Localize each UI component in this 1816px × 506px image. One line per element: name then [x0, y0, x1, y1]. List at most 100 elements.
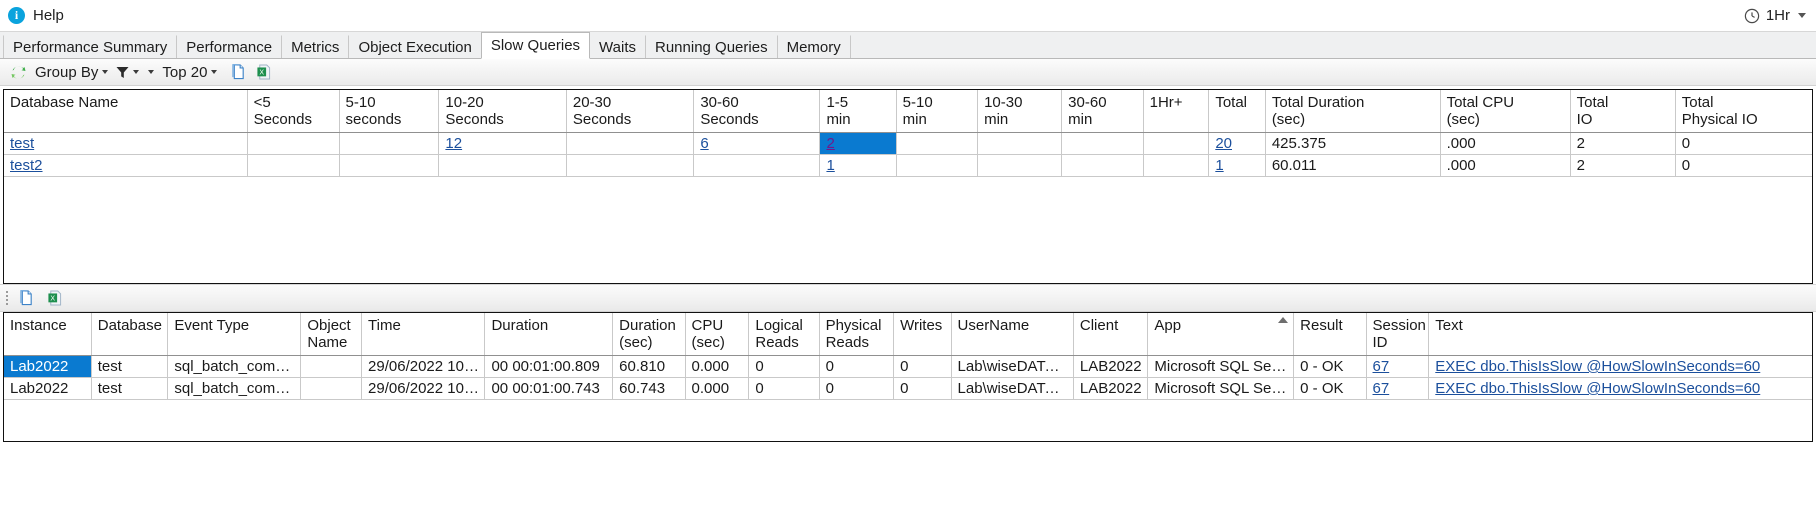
summary-cell-database[interactable]: test [4, 132, 248, 155]
detail-column-header[interactable]: App [1147, 313, 1295, 356]
detail-column-header[interactable]: Time [361, 313, 486, 356]
summary-cell-total-duration[interactable]: 60.011 [1265, 154, 1441, 177]
copy-button[interactable] [227, 61, 252, 84]
detail-column-header[interactable]: CPU (sec) [685, 313, 750, 356]
detail-cell-session-id[interactable]: 67 [1366, 377, 1430, 400]
detail-cell-event-type[interactable]: sql_batch_completed [167, 355, 302, 378]
detail-copy-button[interactable] [15, 287, 40, 310]
summary-column-header[interactable]: Total Physical IO [1675, 90, 1812, 133]
query-text-link[interactable]: EXEC dbo.ThisIsSlow @HowSlowInSeconds=60 [1435, 358, 1760, 375]
tab-running-queries[interactable]: Running Queries [645, 35, 778, 58]
summary-cell-total-cpu[interactable]: .000 [1440, 154, 1571, 177]
detail-export-excel-button[interactable]: X [43, 287, 68, 310]
summary-cell-total-duration[interactable]: 425.375 [1265, 132, 1441, 155]
group-by-button[interactable]: Group By [31, 61, 112, 84]
detail-cell-database[interactable]: test [91, 377, 169, 400]
summary-column-header[interactable]: Total IO [1570, 90, 1676, 133]
summary-cell-m1-5[interactable]: 2 [819, 132, 897, 155]
summary-cell-s20-30[interactable] [566, 132, 695, 155]
time-range-selector[interactable]: 1Hr [1744, 7, 1806, 24]
detail-cell-app[interactable]: Microsoft SQL Serve... [1147, 355, 1295, 378]
detail-cell-client[interactable]: LAB2022 [1073, 355, 1149, 378]
summary-cell-total-io[interactable]: 2 [1570, 132, 1676, 155]
summary-column-header[interactable]: 30-60 min [1061, 90, 1144, 133]
summary-column-header[interactable]: 10-20 Seconds [438, 90, 567, 133]
summary-cell-s30-60[interactable]: 6 [693, 132, 821, 155]
summary-column-header[interactable]: 1-5 min [819, 90, 897, 133]
detail-column-header[interactable]: Database [91, 313, 169, 356]
detail-cell-session-id[interactable]: 67 [1366, 355, 1430, 378]
summary-cell-lt5[interactable] [247, 154, 340, 177]
summary-cell-link[interactable]: 12 [445, 135, 462, 152]
summary-cell-m30-60[interactable] [1061, 154, 1144, 177]
detail-column-header[interactable]: Object Name [300, 313, 363, 356]
summary-cell-s30-60[interactable] [693, 154, 821, 177]
detail-cell-duration-sec[interactable]: 60.743 [612, 377, 686, 400]
summary-cell-total-io[interactable]: 2 [1570, 154, 1676, 177]
tab-performance-summary[interactable]: Performance Summary [3, 35, 178, 58]
summary-column-header[interactable]: Total [1208, 90, 1266, 133]
detail-cell-object-name[interactable] [300, 377, 363, 400]
detail-cell-duration[interactable]: 00 00:01:00.743 [484, 377, 614, 400]
summary-column-header[interactable]: Total Duration (sec) [1265, 90, 1441, 133]
detail-cell-app[interactable]: Microsoft SQL Serve... [1147, 377, 1295, 400]
summary-cell-link[interactable]: test2 [10, 157, 43, 174]
detail-cell-text[interactable]: EXEC dbo.ThisIsSlow @HowSlowInSeconds=60 [1428, 355, 1812, 378]
summary-cell-hr1plus[interactable] [1143, 132, 1210, 155]
detail-column-header[interactable]: Duration (sec) [612, 313, 686, 356]
detail-table-row[interactable]: Lab2022testsql_batch_completed 29/06/2022… [4, 377, 1812, 400]
summary-table-row[interactable]: test 12 6 2 20 425.375.000 2 0 [4, 132, 1812, 155]
summary-column-header[interactable]: Database Name [4, 90, 248, 133]
summary-cell-link[interactable]: 1 [1215, 157, 1223, 174]
detail-cell-result[interactable]: 0 - OK [1293, 355, 1367, 378]
detail-column-header[interactable]: UserName [951, 313, 1074, 356]
detail-cell-physical-reads[interactable]: 0 [819, 377, 895, 400]
summary-cell-link[interactable]: 20 [1215, 135, 1232, 152]
summary-cell-m30-60[interactable] [1061, 132, 1144, 155]
detail-cell-logical-reads[interactable]: 0 [748, 377, 820, 400]
tab-object-execution[interactable]: Object Execution [348, 35, 482, 58]
detail-cell-writes[interactable]: 0 [893, 355, 952, 378]
summary-cell-s5-10[interactable] [339, 132, 440, 155]
summary-cell-link[interactable]: 1 [826, 157, 834, 174]
summary-cell-m5-10[interactable] [896, 154, 979, 177]
summary-cell-total-physical-io[interactable]: 0 [1675, 132, 1812, 155]
detail-cell-database[interactable]: test [91, 355, 169, 378]
detail-cell-client[interactable]: LAB2022 [1073, 377, 1149, 400]
detail-column-header[interactable]: Session ID [1366, 313, 1430, 356]
detail-column-header[interactable]: Event Type [167, 313, 302, 356]
summary-cell-m5-10[interactable] [896, 132, 979, 155]
detail-column-header[interactable]: Text [1428, 313, 1812, 356]
summary-cell-m10-30[interactable] [977, 154, 1063, 177]
session-id-link[interactable]: 67 [1373, 380, 1390, 397]
tab-metrics[interactable]: Metrics [281, 35, 350, 58]
detail-cell-time[interactable]: 29/06/2022 10:46 [361, 377, 486, 400]
detail-cell-event-type[interactable]: sql_batch_completed [167, 377, 302, 400]
top-count-button[interactable]: Top 20 [158, 61, 221, 84]
detail-cell-physical-reads[interactable]: 0 [819, 355, 895, 378]
tab-memory[interactable]: Memory [776, 35, 851, 58]
session-id-link[interactable]: 67 [1373, 358, 1390, 375]
summary-column-header[interactable]: 30-60 Seconds [693, 90, 821, 133]
summary-cell-hr1plus[interactable] [1143, 154, 1210, 177]
detail-column-header[interactable]: Result [1293, 313, 1367, 356]
tab-slow-queries[interactable]: Slow Queries [480, 32, 591, 59]
splitter-grip-handle[interactable] [6, 291, 8, 305]
summary-cell-s20-30[interactable] [566, 154, 695, 177]
summary-cell-database[interactable]: test2 [4, 154, 248, 177]
detail-cell-duration-sec[interactable]: 60.810 [612, 355, 686, 378]
summary-cell-m10-30[interactable] [977, 132, 1063, 155]
summary-cell-link[interactable]: test [10, 135, 34, 152]
summary-cell-total[interactable]: 1 [1208, 154, 1266, 177]
summary-cell-total-physical-io[interactable]: 0 [1675, 154, 1812, 177]
detail-cell-username[interactable]: Lab\wiseDATAman [951, 355, 1074, 378]
detail-column-header[interactable]: Instance [4, 313, 92, 356]
help-link[interactable]: Help [33, 7, 64, 24]
detail-cell-instance[interactable]: Lab2022 [4, 377, 92, 400]
summary-column-header[interactable]: 20-30 Seconds [566, 90, 695, 133]
detail-cell-cpu-sec[interactable]: 0.000 [685, 355, 750, 378]
summary-column-header[interactable]: 10-30 min [977, 90, 1063, 133]
summary-cell-s10-20[interactable]: 12 [438, 132, 567, 155]
tab-performance[interactable]: Performance [176, 35, 283, 58]
detail-cell-time[interactable]: 29/06/2022 10:48 [361, 355, 486, 378]
